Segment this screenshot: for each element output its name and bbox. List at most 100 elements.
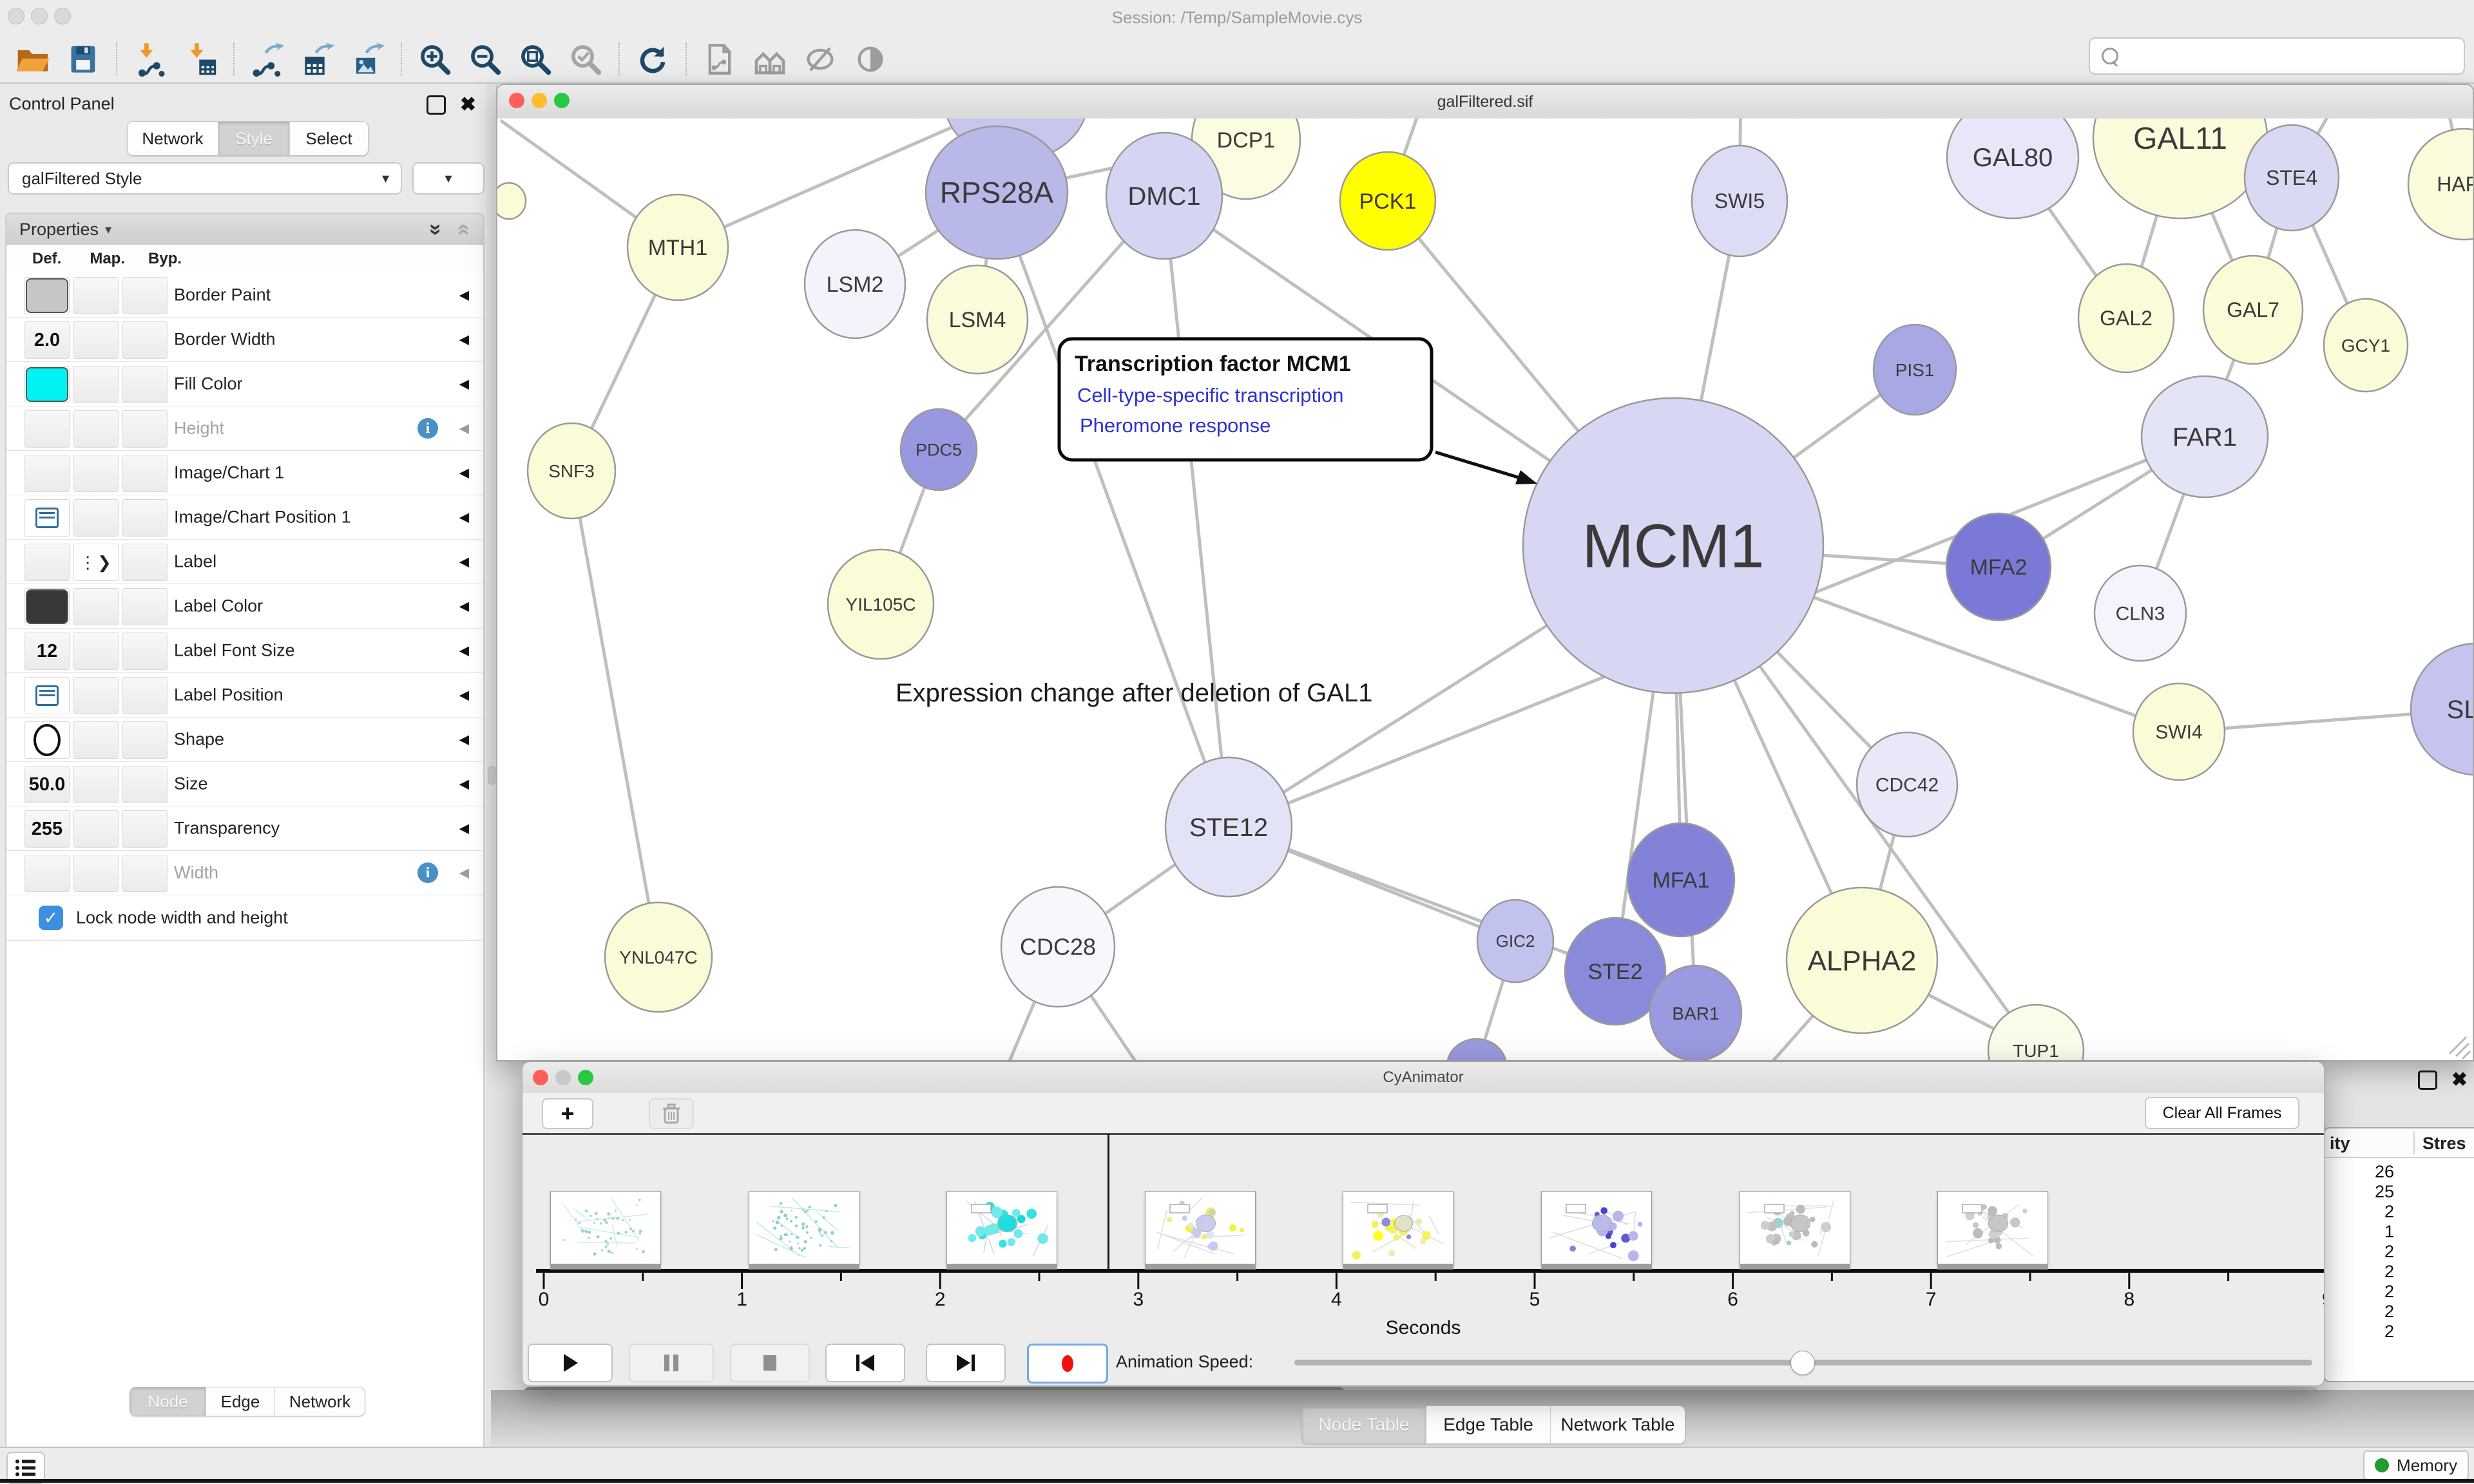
dock-tab-edge-table[interactable]: Edge Table: [1426, 1406, 1550, 1443]
expand-row-icon[interactable]: ◀: [459, 421, 469, 437]
mapping-cell[interactable]: [73, 810, 119, 848]
network-node-BAR1[interactable]: BAR1: [1650, 966, 1741, 1060]
import-network-icon[interactable]: [131, 41, 169, 78]
network-canvas[interactable]: RPS28BDCP1RPS28ADMC1PCK1MTH1LSM2LSM4SWI5…: [497, 119, 2473, 1060]
frame-thumbnail-0[interactable]: [550, 1191, 661, 1264]
expand-row-icon[interactable]: ◀: [459, 776, 469, 792]
bypass-cell[interactable]: [122, 677, 168, 714]
network-node-MCM1[interactable]: MCM1: [1523, 398, 1823, 693]
property-row-label-color[interactable]: Label Color◀: [6, 584, 483, 629]
network-window-titlebar[interactable]: galFiltered.sif: [497, 85, 2473, 119]
default-value-cell[interactable]: [24, 366, 70, 403]
network-node-SNF3[interactable]: SNF3: [528, 423, 615, 518]
default-value-cell[interactable]: [24, 410, 70, 448]
expand-row-icon[interactable]: ◀: [459, 465, 469, 481]
expand-row-icon[interactable]: ◀: [459, 554, 469, 570]
bypass-cell[interactable]: [122, 810, 168, 848]
bypass-cell[interactable]: [122, 544, 168, 581]
float-panel-icon[interactable]: [2418, 1070, 2437, 1090]
network-node-YIL105C[interactable]: YIL105C: [828, 549, 934, 659]
property-row-image-chart-position-1[interactable]: Image/Chart Position 1◀: [6, 495, 483, 540]
default-value-cell[interactable]: 255: [24, 810, 70, 848]
default-value-cell[interactable]: [24, 455, 70, 492]
property-row-shape[interactable]: Shape◀: [6, 718, 483, 762]
collapse-all-icon[interactable]: «: [452, 224, 477, 236]
property-row-height[interactable]: Heighti◀: [6, 406, 483, 451]
mapping-cell[interactable]: [73, 855, 119, 892]
expand-row-icon[interactable]: ◀: [459, 598, 469, 614]
network-node-PIS1[interactable]: PIS1: [1874, 325, 1956, 415]
mapping-cell[interactable]: [73, 721, 119, 759]
bypass-cell[interactable]: [122, 766, 168, 803]
property-row-fill-color[interactable]: Fill Color◀: [6, 362, 483, 406]
entity-tab-edge[interactable]: Edge: [206, 1387, 274, 1416]
property-row-border-paint[interactable]: Border Paint◀: [6, 273, 483, 318]
default-value-cell[interactable]: [24, 277, 70, 314]
refresh-icon[interactable]: [634, 41, 671, 78]
network-node-DMC1[interactable]: DMC1: [1106, 133, 1222, 259]
caption-annotation[interactable]: Expression change after deletion of GAL1: [896, 679, 1372, 707]
expand-row-icon[interactable]: ◀: [459, 332, 469, 348]
pause-button[interactable]: [629, 1344, 714, 1382]
network-node-EDGE_N1[interactable]: [497, 183, 526, 219]
mapping-cell[interactable]: [73, 321, 119, 359]
expand-all-icon[interactable]: »: [423, 224, 448, 236]
expand-row-icon[interactable]: ◀: [459, 376, 469, 392]
resize-grip-icon[interactable]: [2450, 1037, 2470, 1059]
bypass-cell[interactable]: [122, 410, 168, 448]
export-image-icon[interactable]: [349, 41, 387, 78]
mapping-cell[interactable]: [73, 455, 119, 492]
property-row-image-chart-1[interactable]: Image/Chart 1◀: [6, 451, 483, 495]
network-node-SWI4[interactable]: SWI4: [2133, 683, 2225, 780]
default-value-cell[interactable]: 50.0: [24, 766, 70, 803]
open-session-icon[interactable]: [14, 41, 52, 78]
export-table-icon[interactable]: [299, 41, 336, 78]
mapping-cell[interactable]: ⋮❯: [73, 544, 119, 581]
network-node-CDC28[interactable]: CDC28: [1001, 887, 1115, 1007]
network-node-GAL11[interactable]: GAL11: [2093, 119, 2267, 218]
default-value-cell[interactable]: 2.0: [24, 321, 70, 359]
property-row-label-position[interactable]: Label Position◀: [6, 673, 483, 718]
expand-row-icon[interactable]: ◀: [459, 643, 469, 659]
float-panel-icon[interactable]: [427, 95, 446, 115]
network-node-GCY1[interactable]: GCY1: [2324, 299, 2408, 392]
dock-tab-network-table[interactable]: Network Table: [1550, 1406, 1685, 1443]
frame-thumbnail-6[interactable]: [1740, 1191, 1850, 1264]
frame-thumbnail-1[interactable]: [749, 1191, 859, 1264]
bypass-cell[interactable]: [122, 499, 168, 537]
skip-start-button[interactable]: [825, 1344, 905, 1382]
expand-row-icon[interactable]: ◀: [459, 509, 469, 526]
show-icon[interactable]: [852, 41, 889, 78]
network-node-STE12[interactable]: STE12: [1165, 757, 1292, 897]
bypass-cell[interactable]: [122, 721, 168, 759]
zoom-in-icon[interactable]: [416, 41, 454, 78]
default-value-cell[interactable]: [24, 544, 70, 581]
network-node-ALPHA2[interactable]: ALPHA2: [1787, 888, 1937, 1033]
expand-row-icon[interactable]: ◀: [459, 287, 469, 303]
mapping-cell[interactable]: [73, 366, 119, 403]
zoom-selected-icon[interactable]: [567, 41, 604, 78]
network-node-LSM4[interactable]: LSM4: [927, 265, 1028, 374]
default-value-cell[interactable]: [24, 499, 70, 537]
search-input[interactable]: [2089, 37, 2465, 75]
default-value-cell[interactable]: [24, 677, 70, 714]
network-node-STE4[interactable]: STE4: [2245, 125, 2339, 231]
expand-row-icon[interactable]: ◀: [459, 687, 469, 703]
entity-tab-node[interactable]: Node: [130, 1387, 206, 1416]
frame-thumbnail-3[interactable]: [1145, 1191, 1256, 1264]
skip-end-button[interactable]: [926, 1344, 1006, 1382]
frame-thumbnail-4[interactable]: [1343, 1191, 1453, 1264]
properties-header[interactable]: Properties ▾ » «: [6, 214, 483, 245]
zoom-out-icon[interactable]: [466, 41, 504, 78]
info-icon[interactable]: i: [417, 418, 438, 439]
network-node-SWI5[interactable]: SWI5: [1692, 146, 1787, 256]
mapping-cell[interactable]: [73, 677, 119, 714]
save-session-icon[interactable]: [64, 41, 102, 78]
group-icon[interactable]: [751, 41, 789, 78]
mapping-cell[interactable]: [73, 277, 119, 314]
bypass-cell[interactable]: [122, 633, 168, 670]
mapping-cell[interactable]: [73, 499, 119, 537]
network-node-PDC5[interactable]: PDC5: [901, 409, 977, 490]
bypass-cell[interactable]: [122, 366, 168, 403]
tab-network[interactable]: Network: [128, 122, 218, 155]
